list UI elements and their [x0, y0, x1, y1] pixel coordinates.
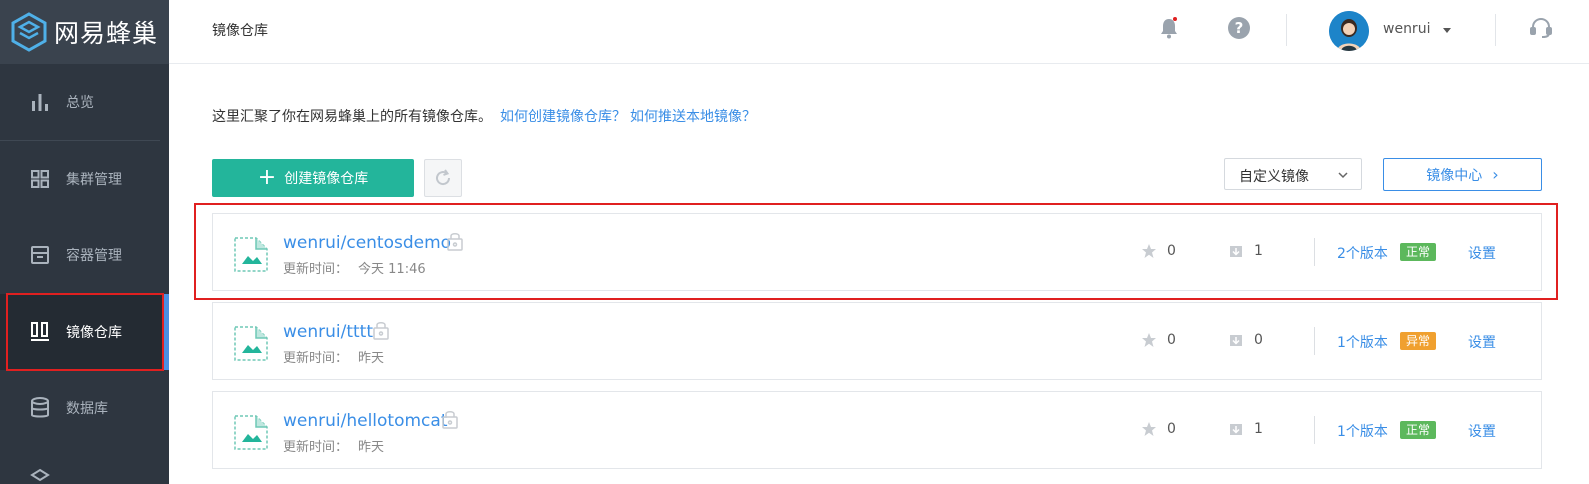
plus-icon: + [257, 165, 277, 190]
lock-icon [442, 411, 458, 429]
svg-text:?: ? [1235, 19, 1244, 37]
row-divider [1314, 416, 1315, 444]
pull-count: 0 [1228, 332, 1263, 348]
sidebar: 网易蜂巢 总览 集群管理 容器管理 镜像仓库 数据库 [0, 0, 169, 484]
download-icon [1230, 335, 1242, 346]
hive-logo-icon [11, 12, 47, 52]
star-count[interactable]: 0 [1141, 332, 1176, 348]
highlight-box-sidebar [6, 293, 164, 371]
active-indicator [164, 294, 169, 370]
avatar[interactable] [1329, 11, 1369, 51]
star-icon [1142, 422, 1156, 436]
chevron-down-icon[interactable] [1443, 28, 1451, 33]
status-badge: 异常 [1400, 332, 1437, 350]
how-to-push-link[interactable]: 如何推送本地镜像？ [630, 109, 756, 125]
help-icon[interactable]: ? [1227, 16, 1251, 40]
create-repo-label: 创建镜像仓库 [284, 171, 369, 187]
grid-icon [28, 167, 52, 191]
pull-count: 1 [1228, 421, 1263, 437]
star-count[interactable]: 0 [1141, 421, 1176, 437]
sidebar-item-containers[interactable]: 容器管理 [0, 217, 169, 293]
brand-name: 网易蜂巢 [54, 19, 159, 48]
intro-text: 这里汇聚了你在网易蜂巢上的所有镜像仓库。 如何创建镜像仓库？ 如何推送本地镜像？ [212, 106, 756, 126]
repo-update-time: 更新时间： 昨天 [283, 351, 385, 366]
sidebar-item-label: 容器管理 [66, 248, 122, 264]
settings-link[interactable]: 设置 [1468, 421, 1496, 441]
image-file-icon [234, 326, 268, 361]
image-center-button[interactable]: 镜像中心 › [1383, 158, 1542, 191]
repo-row[interactable]: wenrui/hellotomcat 更新时间： 昨天 0 1 1个版本 正常 设… [212, 391, 1542, 469]
settings-link[interactable]: 设置 [1468, 332, 1496, 352]
image-type-select[interactable]: 自定义镜像 [1224, 158, 1362, 190]
download-icon [1230, 424, 1242, 435]
sidebar-item-label: 数据库 [66, 401, 108, 417]
layers-icon [30, 468, 50, 482]
page-title: 镜像仓库 [212, 23, 268, 39]
highlight-box-repo [194, 203, 1558, 300]
refresh-icon [436, 169, 451, 186]
how-to-create-link[interactable]: 如何创建镜像仓库？ [500, 109, 626, 125]
version-count-link[interactable]: 1个版本 [1337, 332, 1388, 352]
repo-name[interactable]: wenrui/tttt [283, 322, 373, 342]
repo-update-time: 更新时间： 昨天 [283, 440, 385, 455]
intro-description: 这里汇聚了你在网易蜂巢上的所有镜像仓库。 [212, 109, 492, 125]
image-type-value: 自定义镜像 [1239, 169, 1309, 185]
top-bar: 镜像仓库 ? wenrui [169, 0, 1589, 64]
star-icon [1142, 333, 1156, 347]
create-repo-button[interactable]: + 创建镜像仓库 [212, 159, 414, 197]
status-badge: 正常 [1400, 421, 1437, 439]
brand-logo[interactable]: 网易蜂巢 [0, 0, 169, 64]
repo-row[interactable]: wenrui/tttt 更新时间： 昨天 0 0 1个版本 异常 设置 [212, 302, 1542, 380]
sidebar-item-clusters[interactable]: 集群管理 [0, 141, 169, 217]
version-count-link[interactable]: 1个版本 [1337, 421, 1388, 441]
lock-icon [373, 322, 389, 340]
username[interactable]: wenrui [1383, 21, 1430, 37]
image-center-label: 镜像中心 [1426, 167, 1483, 184]
refresh-button[interactable] [424, 159, 462, 197]
sidebar-item-label: 集群管理 [66, 172, 122, 188]
sidebar-item-overview[interactable]: 总览 [0, 64, 169, 140]
headset-icon[interactable] [1529, 16, 1553, 40]
sidebar-item-label: 总览 [66, 95, 94, 111]
image-file-icon [234, 415, 268, 450]
header-divider [1286, 14, 1287, 46]
repo-name[interactable]: wenrui/hellotomcat [283, 411, 448, 431]
header-divider [1495, 14, 1496, 46]
chevron-down-icon [1338, 172, 1348, 179]
row-divider [1314, 327, 1315, 355]
bar-chart-icon [28, 90, 52, 114]
container-box-icon [28, 243, 52, 267]
chevron-right-icon: › [1492, 165, 1499, 184]
database-icon [28, 396, 52, 420]
sidebar-item-database[interactable]: 数据库 [0, 370, 169, 446]
bell-icon[interactable] [1157, 16, 1181, 40]
